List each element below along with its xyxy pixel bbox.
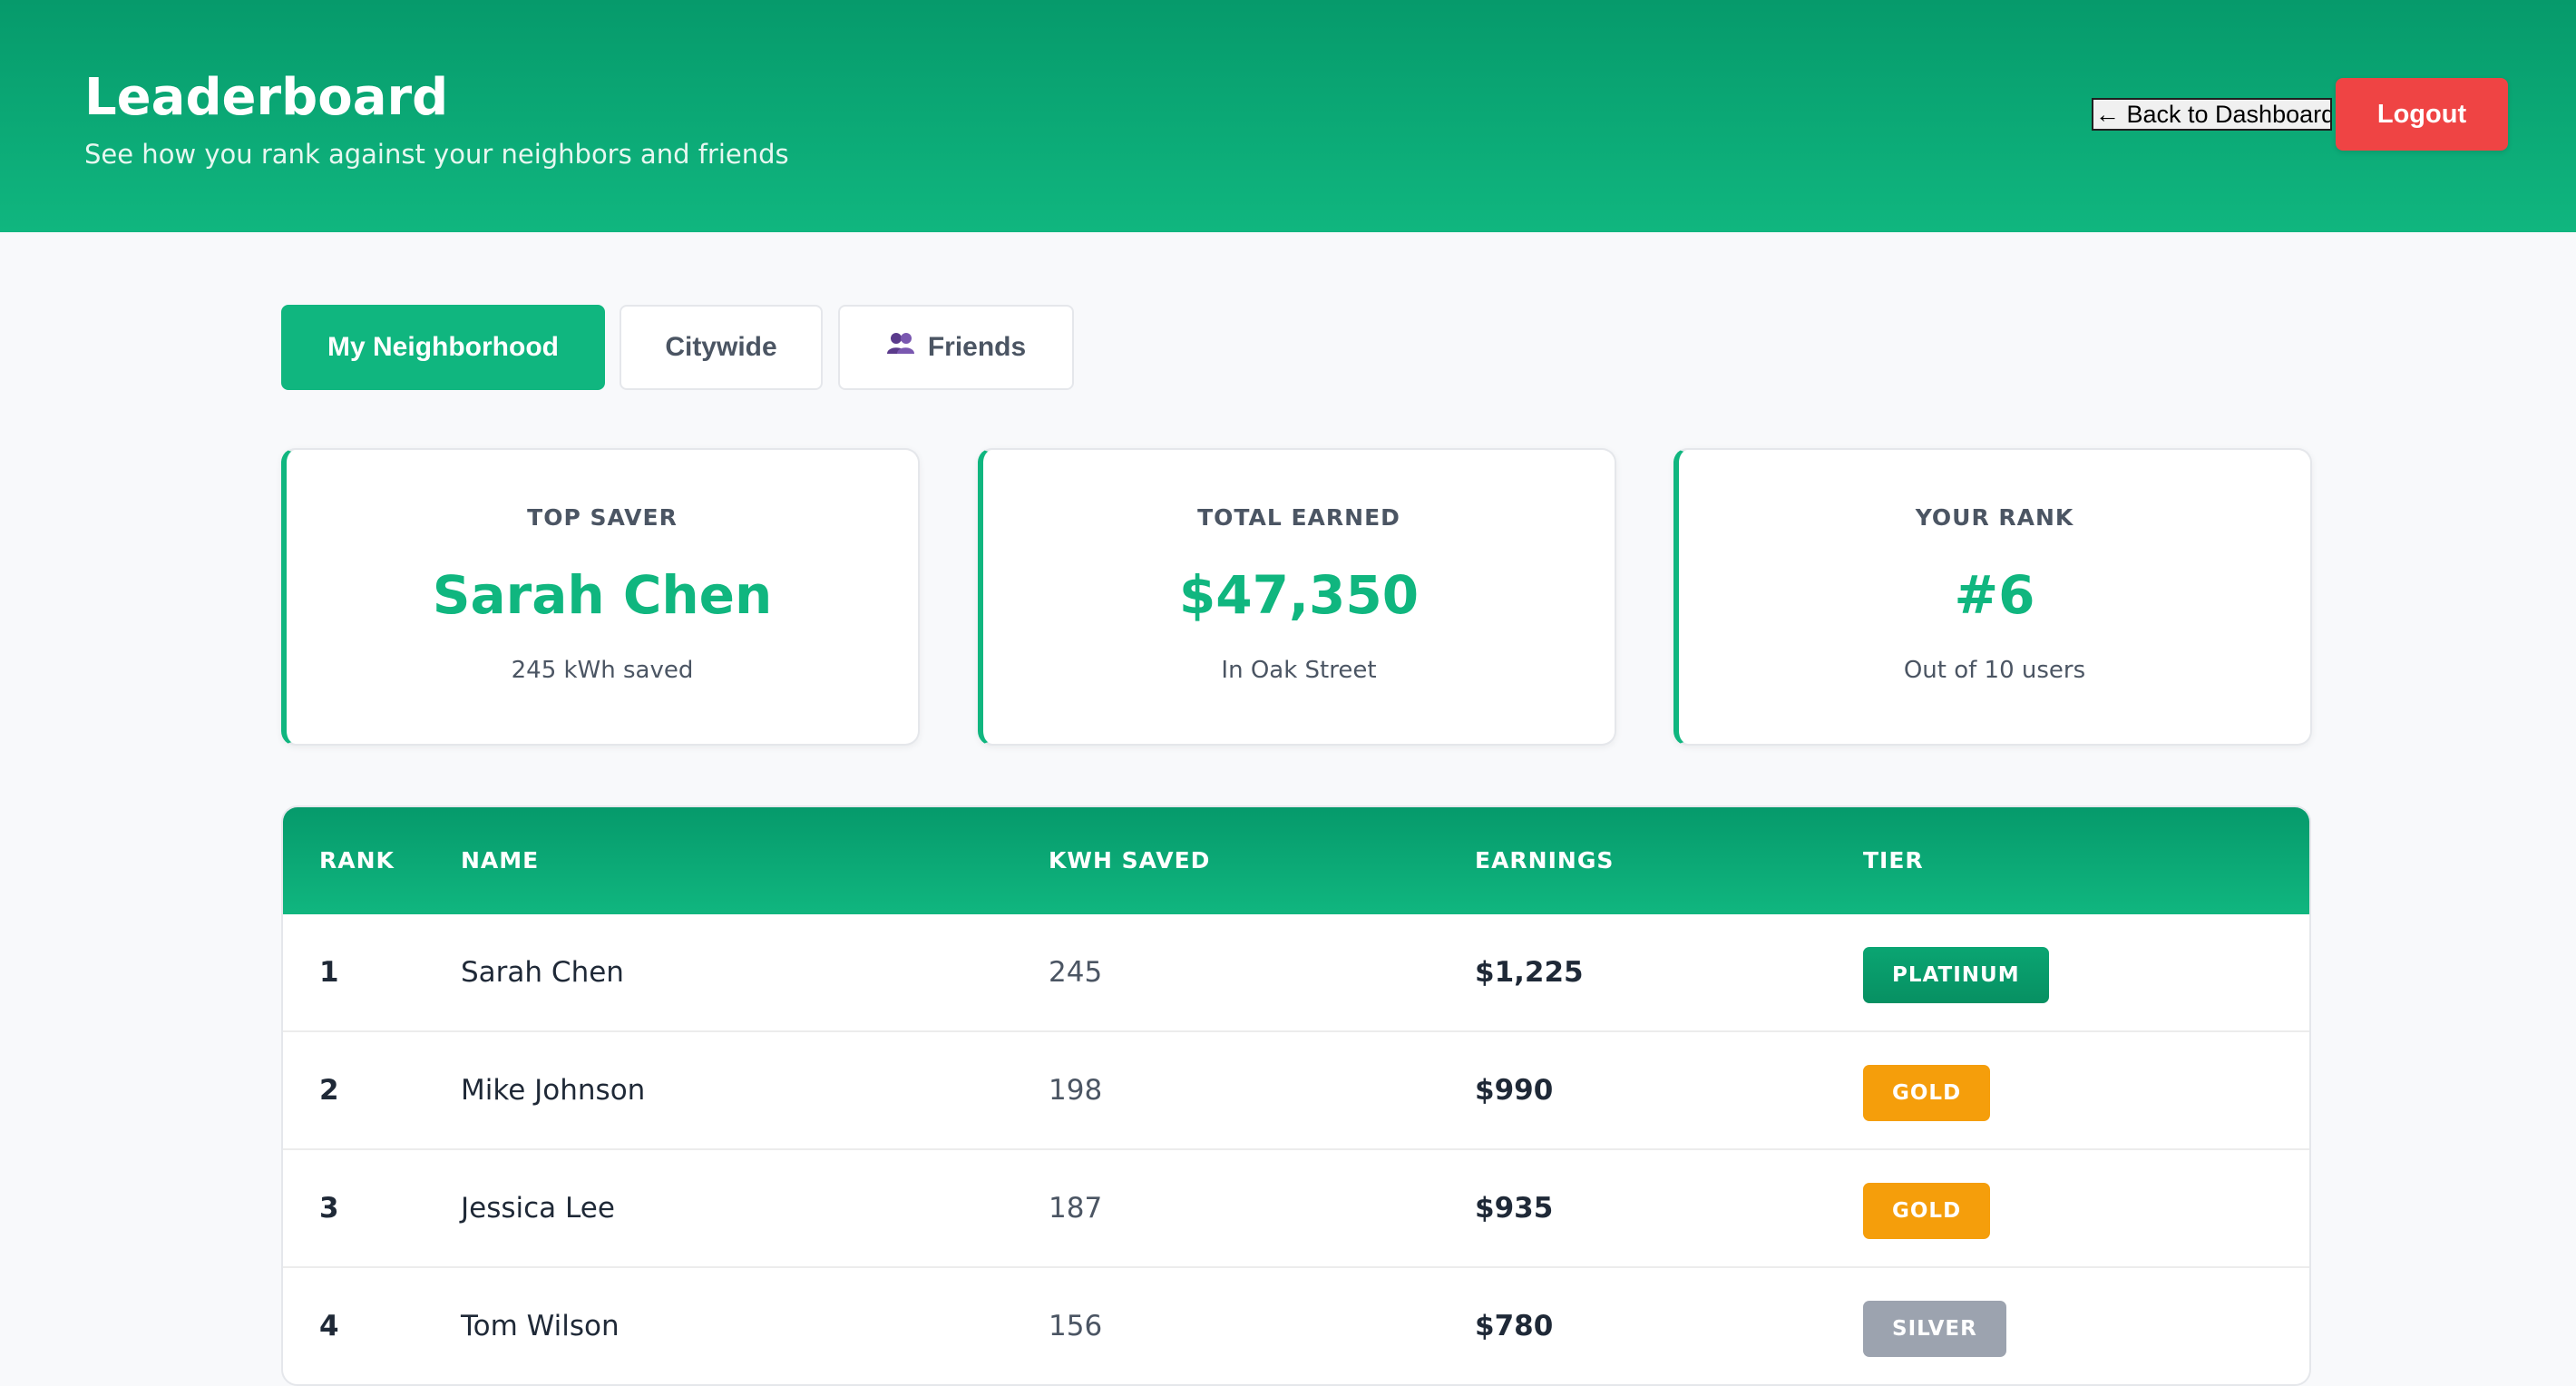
tab-my-neighborhood[interactable]: My Neighborhood <box>281 305 605 390</box>
table-header: RANK NAME KWH SAVED EARNINGS TIER <box>283 807 2309 914</box>
kwh-cell: 187 <box>1049 1192 1103 1225</box>
column-header-earnings: EARNINGS <box>1475 847 1615 874</box>
logout-button[interactable]: Logout <box>2336 78 2508 151</box>
column-header-kwh-saved: KWH SAVED <box>1049 847 1211 874</box>
earnings-cell: $780 <box>1475 1310 1554 1342</box>
kwh-cell: 198 <box>1049 1074 1103 1107</box>
tab-label: Citywide <box>665 332 777 362</box>
name-cell: Sarah Chen <box>461 956 624 989</box>
tab-friends[interactable]: Friends <box>838 305 1074 390</box>
earnings-cell: $1,225 <box>1475 956 1584 989</box>
tab-label: Friends <box>927 332 1027 362</box>
table-row: 1 Sarah Chen 245 $1,225 PLATINUM <box>283 914 2309 1032</box>
kwh-cell: 156 <box>1049 1310 1103 1342</box>
stat-subtext: In Oak Street <box>1221 657 1377 684</box>
name-cell: Tom Wilson <box>461 1310 620 1342</box>
column-header-rank: RANK <box>319 847 395 874</box>
rank-cell: 1 <box>319 956 339 989</box>
kwh-cell: 245 <box>1049 956 1103 989</box>
name-cell: Jessica Lee <box>461 1192 615 1225</box>
rank-cell: 2 <box>319 1074 339 1107</box>
tab-citywide[interactable]: Citywide <box>620 305 823 390</box>
stat-subtext: Out of 10 users <box>1903 657 2086 684</box>
back-to-dashboard-button[interactable]: ← Back to Dashboard <box>2092 98 2332 131</box>
table-row: 2 Mike Johnson 198 $990 GOLD <box>283 1032 2309 1150</box>
tier-badge-platinum: PLATINUM <box>1863 947 2049 1003</box>
stat-value: $47,350 <box>1178 564 1420 626</box>
stat-card-top-saver: TOP SAVER Sarah Chen 245 kWh saved <box>281 448 920 746</box>
name-cell: Mike Johnson <box>461 1074 646 1107</box>
tab-label: My Neighborhood <box>327 332 559 362</box>
rank-cell: 4 <box>319 1310 339 1342</box>
stat-value: Sarah Chen <box>432 564 773 626</box>
tier-badge-gold: GOLD <box>1863 1065 1991 1121</box>
stat-label: YOUR RANK <box>1915 504 2074 531</box>
table-row: 4 Tom Wilson 156 $780 SILVER <box>283 1268 2309 1384</box>
page-subtitle: See how you rank against your neighbors … <box>84 139 789 170</box>
stat-value: #6 <box>1954 564 2035 626</box>
column-header-tier: TIER <box>1863 847 1924 874</box>
earnings-cell: $990 <box>1475 1074 1554 1107</box>
stat-label: TOP SAVER <box>527 504 678 531</box>
table-row: 3 Jessica Lee 187 $935 GOLD <box>283 1150 2309 1268</box>
page-title: Leaderboard <box>84 68 449 127</box>
stat-card-your-rank: YOUR RANK #6 Out of 10 users <box>1673 448 2312 746</box>
earnings-cell: $935 <box>1475 1192 1554 1225</box>
stat-label: TOTAL EARNED <box>1197 504 1400 531</box>
column-header-name: NAME <box>461 847 540 874</box>
page-header: Leaderboard See how you rank against you… <box>0 0 2576 232</box>
stat-subtext: 245 kWh saved <box>511 657 694 684</box>
people-icon <box>886 306 915 387</box>
stat-card-total-earned: TOTAL EARNED $47,350 In Oak Street <box>978 448 1616 746</box>
leaderboard-table: RANK NAME KWH SAVED EARNINGS TIER 1 Sara… <box>281 805 2311 1386</box>
tier-badge-silver: SILVER <box>1863 1301 2006 1357</box>
rank-cell: 3 <box>319 1192 339 1225</box>
tier-badge-gold: GOLD <box>1863 1183 1991 1239</box>
